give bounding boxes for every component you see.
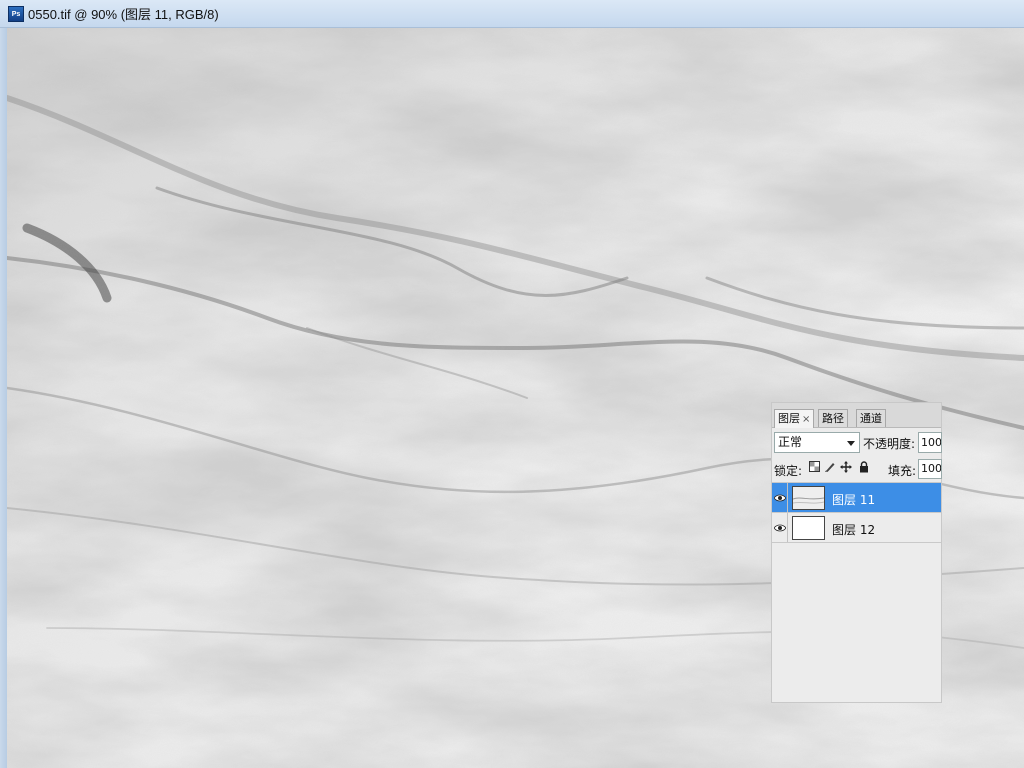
photoshop-document-icon: Ps xyxy=(8,5,24,22)
lock-move-icon[interactable] xyxy=(840,461,852,475)
layer-row[interactable]: 图层 11 xyxy=(772,482,941,513)
tab-channels[interactable]: 通道 xyxy=(856,409,886,427)
opacity-input[interactable]: 100% xyxy=(918,432,942,453)
visibility-eye-icon[interactable] xyxy=(772,483,788,513)
layers-list-divider xyxy=(772,542,941,543)
blend-mode-select[interactable]: 正常 xyxy=(774,432,860,453)
blend-mode-value: 正常 xyxy=(778,435,803,449)
layer-name: 图层 12 xyxy=(832,523,876,537)
document-title-bar[interactable]: Ps 0550.tif @ 90% (图层 11, RGB/8) xyxy=(0,0,1024,28)
tab-layers[interactable]: 图层 × xyxy=(774,409,815,428)
visibility-eye-icon[interactable] xyxy=(772,513,788,543)
fill-label: 填充: xyxy=(888,464,917,478)
chevron-down-icon xyxy=(847,441,855,446)
layer-name: 图层 11 xyxy=(832,493,876,507)
layer-thumbnail xyxy=(792,486,825,510)
tab-paths-label: 路径 xyxy=(822,412,844,425)
panel-tab-bar: 图层 × 路径 通道 xyxy=(772,403,941,428)
close-icon[interactable]: × xyxy=(802,414,810,425)
layer-thumbnail xyxy=(792,516,825,540)
document-title: 0550.tif @ 90% (图层 11, RGB/8) xyxy=(28,7,219,22)
lock-all-icon[interactable] xyxy=(858,461,870,475)
blend-row: 正常 不透明度: 100% xyxy=(772,430,942,456)
tab-paths[interactable]: 路径 xyxy=(818,409,848,427)
lock-label: 锁定: xyxy=(774,464,803,478)
window-frame-left xyxy=(0,28,7,768)
layers-panel[interactable]: 图层× 路径 通道 正常 不透明度: 100% 锁定: 填充: 100% xyxy=(771,402,942,703)
lock-row: 锁定: 填充: 100% xyxy=(772,458,942,480)
tab-layers-label: 图层 xyxy=(778,412,800,425)
lock-transparent-icon[interactable] xyxy=(808,461,820,475)
tab-channels-label: 通道 xyxy=(860,412,882,425)
layer-row[interactable]: 图层 12 xyxy=(772,512,941,543)
lock-paint-icon[interactable] xyxy=(824,461,836,475)
fill-input[interactable]: 100% xyxy=(918,459,942,479)
opacity-label: 不透明度: xyxy=(863,437,916,451)
